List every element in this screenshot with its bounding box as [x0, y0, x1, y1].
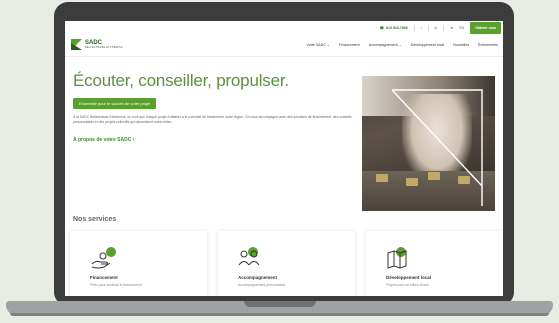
globe-icon[interactable]: ⊕: [450, 26, 453, 30]
laptop-frame: ☎ 819 843-7866 f in ⊕ EN Obtenir mon SAD…: [54, 2, 514, 306]
divider: [413, 24, 415, 32]
site-header: SADC BELLECHASSE-ETCHEMINS Votre SADC ⌄ …: [65, 35, 503, 57]
service-card-subtitle: Projets pour un milieu vivant: [386, 283, 429, 287]
hand-money-icon: [91, 252, 111, 269]
service-card-accompagnement[interactable]: Accompagnement Accompagnement personnali…: [218, 231, 355, 296]
services-cards: Financement Prêts pour soutenir le finan…: [70, 231, 503, 296]
service-card-developpement-local[interactable]: Développement local Projets pour un mili…: [366, 231, 503, 296]
browser-viewport: ☎ 819 843-7866 f in ⊕ EN Obtenir mon SAD…: [65, 21, 503, 296]
service-card-title: Développement local: [386, 275, 432, 280]
hero-text: À la SADC Bellechasse-Etchemins, on croi…: [73, 115, 352, 124]
nav-item-evenements[interactable]: Événements: [478, 43, 498, 47]
nav-item-accompagnement[interactable]: Accompagnement ⌄: [369, 43, 402, 47]
hero-button[interactable]: Ensemble pour le succès de votre projet: [73, 98, 157, 109]
top-utility-bar: ☎ 819 843-7866 f in ⊕ EN Obtenir mon: [65, 21, 503, 35]
service-card-subtitle: Accompagnement personnalisé: [238, 283, 286, 287]
nav-item-nouvelles[interactable]: Nouvelles: [453, 43, 469, 47]
service-card-subtitle: Prêts pour soutenir le financement: [90, 283, 142, 287]
language-toggle[interactable]: EN: [459, 26, 464, 30]
phone-number: 819 843-7866: [386, 26, 408, 30]
phone-icon: ☎: [379, 26, 385, 30]
nav-item-developpement-local[interactable]: Développement local: [411, 43, 445, 47]
map-icon: [387, 250, 407, 269]
divider: [427, 24, 429, 32]
service-card-financement[interactable]: Financement Prêts pour soutenir le finan…: [70, 231, 207, 296]
laptop-base-shadow: [10, 313, 549, 316]
service-card-title: Accompagnement: [238, 275, 278, 280]
site-logo[interactable]: SADC BELLECHASSE-ETCHEMINS: [71, 39, 123, 50]
phone-link[interactable]: ☎ 819 843-7866: [380, 26, 408, 30]
hero-image: [362, 76, 495, 211]
nav-item-votre-sadc[interactable]: Votre SADC ⌄: [307, 43, 330, 47]
service-card-title: Financement: [90, 275, 118, 280]
people-icon: [238, 250, 260, 266]
logo-tagline: BELLECHASSE-ETCHEMINS: [85, 46, 123, 49]
laptop-notch: [244, 301, 316, 307]
about-link[interactable]: À propos de votre SADC ›: [73, 137, 134, 143]
divider: [443, 24, 445, 32]
nav-item-financement[interactable]: Financement: [339, 43, 360, 47]
services-title: Nos services: [73, 216, 117, 223]
decorative-triangle-icon: [391, 89, 483, 206]
main-nav: Votre SADC ⌄ Financement Accompagnement …: [307, 43, 498, 47]
facebook-icon[interactable]: f: [421, 26, 422, 30]
hero-title: Écouter, conseiller, propulser.: [73, 71, 289, 90]
logo-mark-icon: [71, 39, 82, 50]
linkedin-icon[interactable]: in: [435, 26, 438, 30]
logo-text: SADC BELLECHASSE-ETCHEMINS: [85, 40, 123, 49]
cta-button[interactable]: Obtenir mon: [470, 22, 501, 34]
